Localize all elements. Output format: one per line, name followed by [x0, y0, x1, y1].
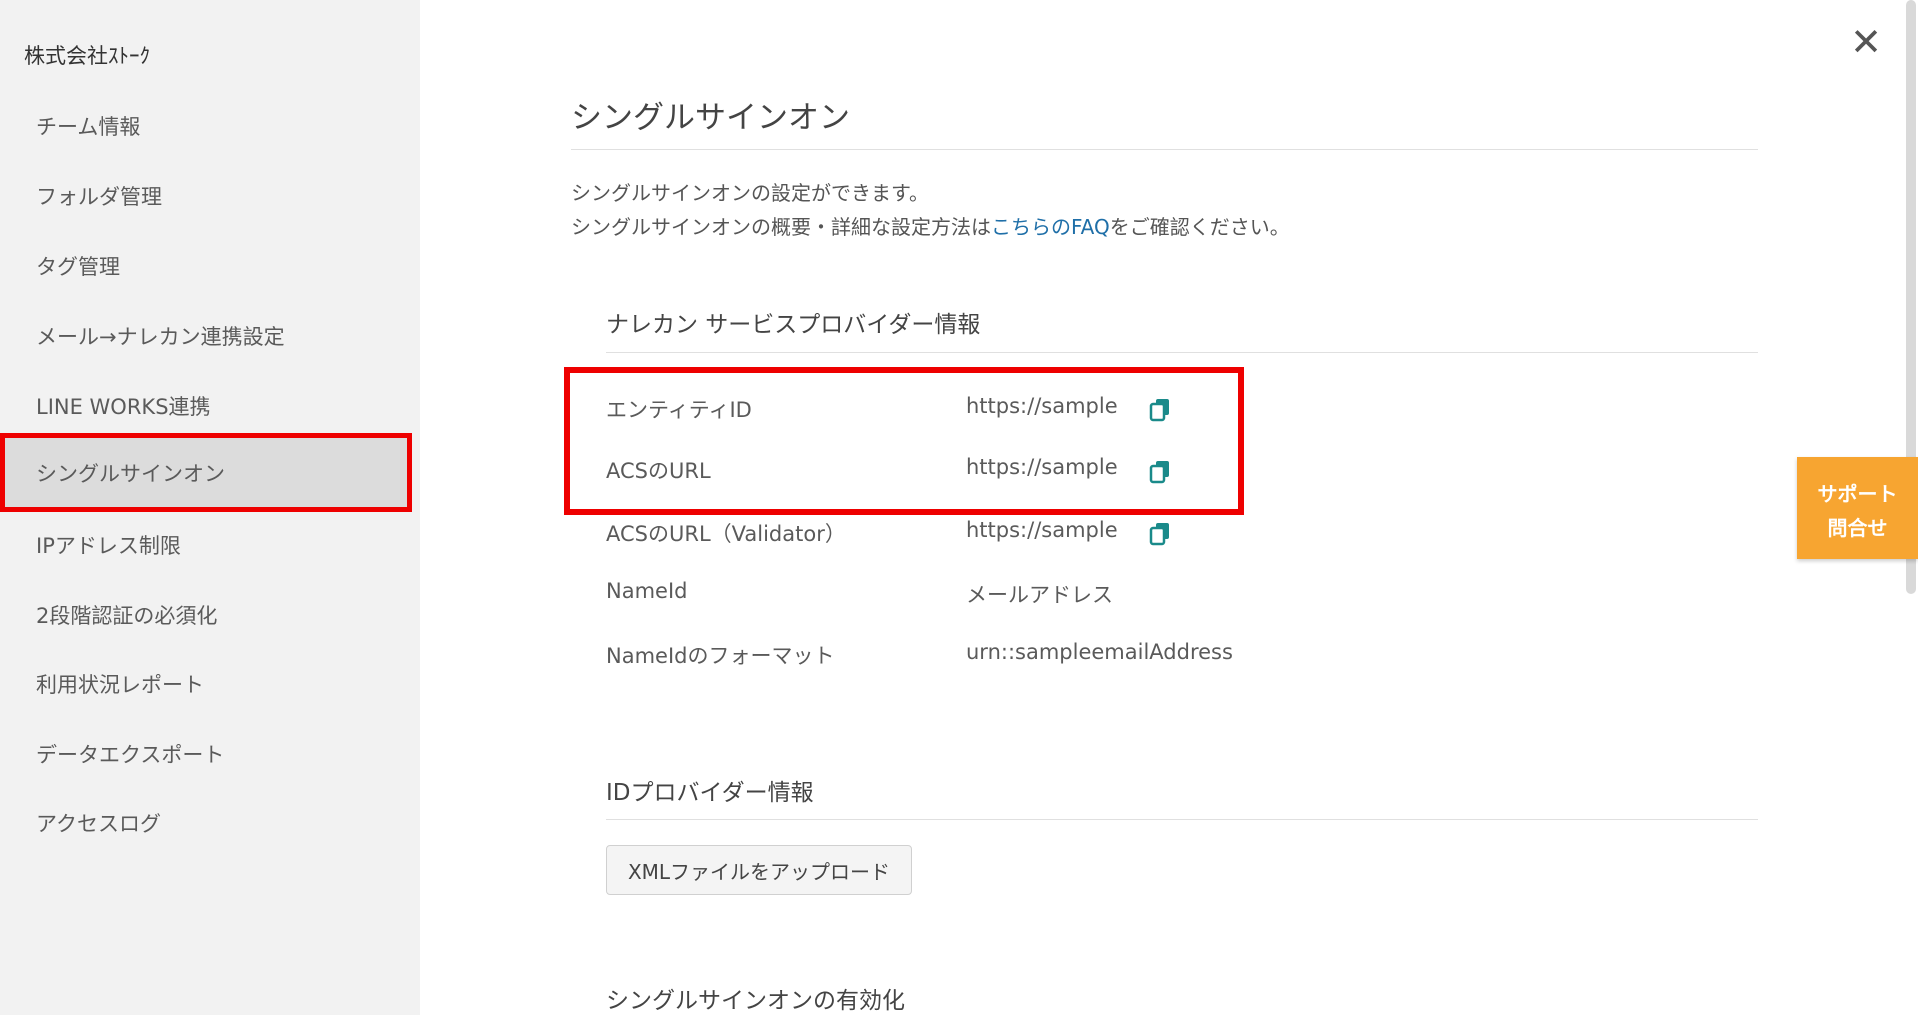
sidebar-item-tag-management[interactable]: タグ管理 — [0, 231, 412, 301]
copy-icon[interactable] — [1148, 459, 1172, 485]
entity-id-value: https://sample — [966, 394, 1118, 418]
intro-text-line2: シングルサインオンの概要・詳細な設定方法はこちらのFAQをご確認ください。 — [571, 211, 1290, 240]
sidebar-item-data-export[interactable]: データエクスポート — [0, 719, 412, 789]
sidebar-item-label: IPアドレス制限 — [36, 534, 181, 558]
highlight-box-sp-rows — [564, 367, 1244, 515]
sidebar: 株式会社ｽﾄｰｸ チーム情報 フォルダ管理 タグ管理 メール→ナレカン連携設定 … — [0, 0, 420, 1015]
sidebar-item-label: LINE WORKS連携 — [36, 395, 211, 419]
sidebar-item-label: 2段階認証の必須化 — [36, 604, 218, 628]
divider — [606, 352, 1758, 353]
sidebar-item-label: データエクスポート — [36, 743, 225, 767]
copy-icon[interactable] — [1148, 521, 1172, 547]
company-name: 株式会社ｽﾄｰｸ — [24, 44, 150, 68]
sidebar-item-ip-restriction[interactable]: IPアドレス制限 — [0, 510, 412, 580]
sidebar-item-label: タグ管理 — [36, 255, 120, 279]
upload-xml-button[interactable]: XMLファイルをアップロード — [606, 845, 912, 895]
faq-link[interactable]: こちらのFAQ — [991, 215, 1110, 239]
copy-icon[interactable] — [1148, 397, 1172, 423]
intro-suffix: をご確認ください。 — [1109, 215, 1290, 239]
sidebar-item-label: フォルダ管理 — [36, 185, 162, 209]
support-label-line1: サポート — [1817, 482, 1898, 506]
entity-id-label: エンティティID — [606, 398, 752, 422]
sidebar-item-line-works[interactable]: LINE WORKS連携 — [0, 371, 412, 441]
sidebar-item-label: チーム情報 — [36, 115, 141, 139]
sidebar-item-mail-integration[interactable]: メール→ナレカン連携設定 — [0, 301, 412, 371]
sidebar-item-label: アクセスログ — [36, 812, 161, 836]
acs-url-label: ACSのURL — [606, 459, 711, 483]
sp-section-title: ナレカン サービスプロバイダー情報 — [606, 312, 981, 338]
divider — [571, 149, 1758, 150]
nameid-value: メールアドレス — [966, 583, 1113, 607]
idp-section-title: IDプロバイダー情報 — [606, 780, 814, 806]
sidebar-item-access-log[interactable]: アクセスログ — [0, 788, 412, 858]
sidebar-item-team-info[interactable]: チーム情報 — [0, 91, 412, 161]
sidebar-item-label: メール→ナレカン連携設定 — [36, 325, 285, 349]
sidebar-item-usage-report[interactable]: 利用状況レポート — [0, 649, 412, 719]
nameid-format-value: urn::sampleemailAddress — [966, 640, 1233, 664]
intro-text-line1: シングルサインオンの設定ができます。 — [571, 181, 929, 205]
sidebar-item-label: シングルサインオン — [36, 462, 225, 486]
acs-url-validator-label: ACSのURL（Validator） — [606, 522, 846, 546]
divider — [606, 819, 1758, 820]
nameid-format-label: NameIdのフォーマット — [606, 644, 835, 668]
enable-section-title: シングルサインオンの有効化 — [606, 988, 905, 1014]
intro-prefix: シングルサインオンの概要・詳細な設定方法は — [571, 215, 991, 239]
acs-url-validator-value: https://sample — [966, 518, 1118, 542]
nameid-label: NameId — [606, 579, 688, 603]
support-button[interactable]: サポート 問合せ — [1797, 457, 1918, 559]
sidebar-item-folder-management[interactable]: フォルダ管理 — [0, 161, 412, 231]
support-label-line2: 問合せ — [1827, 516, 1888, 540]
page-title: シングルサインオン — [571, 100, 850, 136]
acs-url-value: https://sample — [966, 455, 1118, 479]
close-icon[interactable]: ✕ — [1848, 23, 1884, 61]
sidebar-item-single-sign-on[interactable]: シングルサインオン — [0, 438, 412, 508]
sidebar-item-two-factor[interactable]: 2段階認証の必須化 — [0, 580, 412, 650]
sidebar-item-label: 利用状況レポート — [36, 673, 204, 697]
